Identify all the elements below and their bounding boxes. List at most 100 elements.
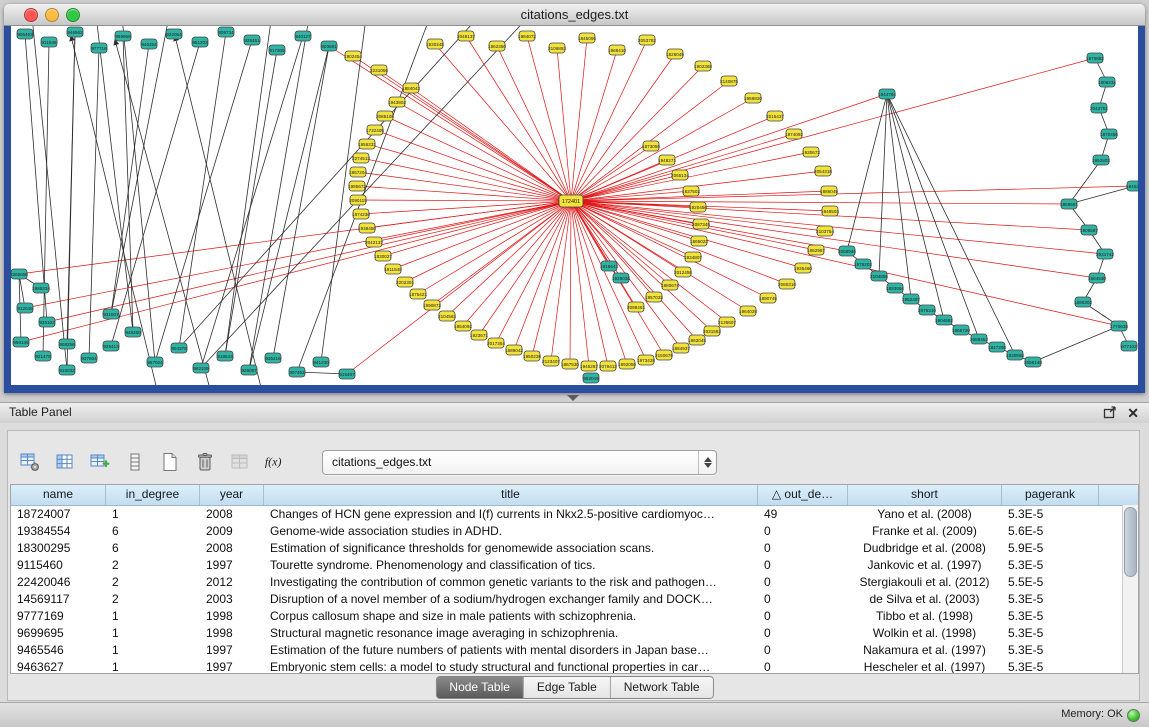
- graph-node[interactable]: 2078413: [599, 361, 617, 371]
- graph-node[interactable]: 2075310: [918, 305, 936, 315]
- graph-node[interactable]: 969969: [115, 31, 131, 41]
- cell-short[interactable]: Franke et al. (2009): [848, 523, 1002, 540]
- cell-name[interactable]: 9115460: [11, 557, 106, 574]
- graph-node[interactable]: 1906587: [1080, 225, 1098, 235]
- graph-node[interactable]: 1865023: [690, 236, 708, 246]
- graph-node[interactable]: 1893064: [886, 283, 904, 293]
- cell-pagerank[interactable]: 5.3E-5: [1002, 506, 1099, 523]
- cell-out_de[interactable]: 0: [758, 625, 848, 642]
- graph-node[interactable]: 1968720: [952, 325, 970, 335]
- cell-in_degree[interactable]: 1: [106, 642, 200, 659]
- graph-node[interactable]: 1889042: [505, 345, 523, 355]
- graph-node[interactable]: 2065134: [671, 170, 689, 180]
- cell-in_degree[interactable]: 6: [106, 523, 200, 540]
- cell-year[interactable]: 2008: [200, 506, 264, 523]
- graph-node[interactable]: 2140875: [720, 76, 738, 86]
- cell-name[interactable]: 9463627: [11, 659, 106, 674]
- cell-name[interactable]: 18724007: [11, 506, 106, 523]
- graph-node[interactable]: 1964028: [739, 306, 757, 316]
- graph-node[interactable]: 2087345: [692, 219, 710, 229]
- cell-short[interactable]: Stergiakouli et al. (2012): [848, 574, 1002, 591]
- column-header-out_de[interactable]: △ out_de…: [758, 485, 848, 505]
- graph-node[interactable]: 916032: [59, 365, 75, 375]
- graph-node[interactable]: 1884043: [402, 83, 420, 93]
- cell-title[interactable]: Investigating the contribution of common…: [264, 574, 758, 591]
- table-row[interactable]: 946554611997Estimation of the future num…: [11, 642, 1138, 659]
- cell-pagerank[interactable]: 5.3E-5: [1002, 642, 1099, 659]
- graph-node[interactable]: 1920456: [689, 202, 707, 212]
- cell-title[interactable]: Estimation of the future numbers of pati…: [264, 642, 758, 659]
- show-columns-icon[interactable]: [53, 450, 77, 474]
- cell-year[interactable]: 1997: [200, 642, 264, 659]
- cell-title[interactable]: Estimation of significance thresholds fo…: [264, 540, 758, 557]
- graph-node[interactable]: 950135: [13, 337, 29, 347]
- cell-pagerank[interactable]: 5.3E-5: [1002, 659, 1099, 674]
- graph-node[interactable]: 1732405: [366, 125, 384, 135]
- cell-title[interactable]: Changes of HCN gene expression and I(f) …: [264, 506, 758, 523]
- graph-node[interactable]: 2090115: [349, 195, 367, 205]
- graph-node[interactable]: 1935460: [794, 263, 812, 273]
- table-selector-combobox[interactable]: citations_edges.txt: [322, 450, 717, 475]
- graph-node[interactable]: 1874236: [352, 209, 370, 219]
- graph-node[interactable]: 1854092: [454, 321, 472, 331]
- cell-in_degree[interactable]: 1: [106, 608, 200, 625]
- graph-node[interactable]: 918543: [217, 351, 233, 361]
- graph-node[interactable]: 1892056: [618, 359, 636, 369]
- graph-node[interactable]: 2123407: [542, 356, 560, 366]
- cell-short[interactable]: Tibbo et al. (1998): [848, 608, 1002, 625]
- table-row[interactable]: 1456911722003Disruption of a novel membe…: [11, 591, 1138, 608]
- graph-node[interactable]: 1884937: [672, 343, 690, 353]
- graph-node[interactable]: 1847206: [988, 342, 1006, 352]
- graph-node[interactable]: 2231056: [370, 65, 388, 75]
- graph-node[interactable]: 1911548: [384, 264, 402, 274]
- graph-node[interactable]: 1837502: [682, 186, 700, 196]
- cell-year[interactable]: 1998: [200, 625, 264, 642]
- cell-title[interactable]: Tourette syndrome. Phenomenology and cla…: [264, 557, 758, 574]
- graph-node[interactable]: 2048137: [457, 31, 475, 41]
- graph-node[interactable]: 2274513: [352, 153, 370, 163]
- graph-node[interactable]: 2053782: [638, 35, 656, 45]
- graph-node[interactable]: 1902454: [344, 51, 362, 61]
- graph-node[interactable]: 1770635: [1110, 321, 1128, 331]
- graph-node[interactable]: 2260650: [11, 269, 28, 279]
- graph-node[interactable]: 911546: [41, 37, 57, 47]
- graph-node[interactable]: 2054318: [814, 166, 832, 176]
- graph-node[interactable]: 1938450: [358, 223, 376, 233]
- new-table-icon[interactable]: [158, 450, 182, 474]
- network-graph[interactable]: 9054639115469465629777169699699463549320…: [11, 26, 1138, 385]
- import-table-icon[interactable]: [228, 450, 252, 474]
- graph-node[interactable]: 1870456: [1100, 129, 1118, 139]
- graph-node[interactable]: 946354: [141, 39, 157, 49]
- cell-year[interactable]: 2008: [200, 540, 264, 557]
- cell-name[interactable]: 22420046: [11, 574, 106, 591]
- cell-year[interactable]: 2009: [200, 523, 264, 540]
- tab-edge-table[interactable]: Edge Table: [524, 677, 611, 698]
- graph-node[interactable]: 962105: [193, 363, 209, 373]
- graph-node[interactable]: 1867204: [349, 167, 367, 177]
- network-canvas[interactable]: 9054639115469465629777169699699463549320…: [11, 26, 1138, 385]
- column-header-pagerank[interactable]: pagerank: [1002, 485, 1099, 505]
- graph-node[interactable]: 946562: [67, 27, 83, 37]
- cell-out_de[interactable]: 0: [758, 574, 848, 591]
- cell-pagerank[interactable]: 5.3E-5: [1002, 608, 1099, 625]
- cell-in_degree[interactable]: 1: [106, 506, 200, 523]
- create-column-icon[interactable]: [88, 450, 112, 474]
- graph-node[interactable]: 1957032: [645, 292, 663, 302]
- graph-node[interactable]: 1880674: [661, 280, 679, 290]
- graph-node[interactable]: 1826045: [666, 49, 684, 59]
- minimize-window-button[interactable]: [45, 8, 59, 22]
- graph-node[interactable]: 2202301: [396, 277, 414, 287]
- cell-out_de[interactable]: 0: [758, 608, 848, 625]
- cell-pagerank[interactable]: 5.3E-5: [1002, 591, 1099, 608]
- graph-node[interactable]: 1975862: [1086, 53, 1104, 63]
- graph-node[interactable]: 908256: [59, 339, 75, 349]
- graph-node[interactable]: 2104856: [870, 271, 888, 281]
- graph-node[interactable]: 1962045: [688, 335, 706, 345]
- graph-node[interactable]: 915407: [339, 369, 355, 379]
- graph-node[interactable]: 937604: [81, 353, 97, 363]
- graph-node[interactable]: 1959581: [1060, 199, 1078, 209]
- graph-node[interactable]: 917305: [269, 45, 285, 55]
- cell-in_degree[interactable]: 2: [106, 574, 200, 591]
- graph-node[interactable]: 977716: [91, 43, 107, 53]
- cell-short[interactable]: Wolkin et al. (1998): [848, 625, 1002, 642]
